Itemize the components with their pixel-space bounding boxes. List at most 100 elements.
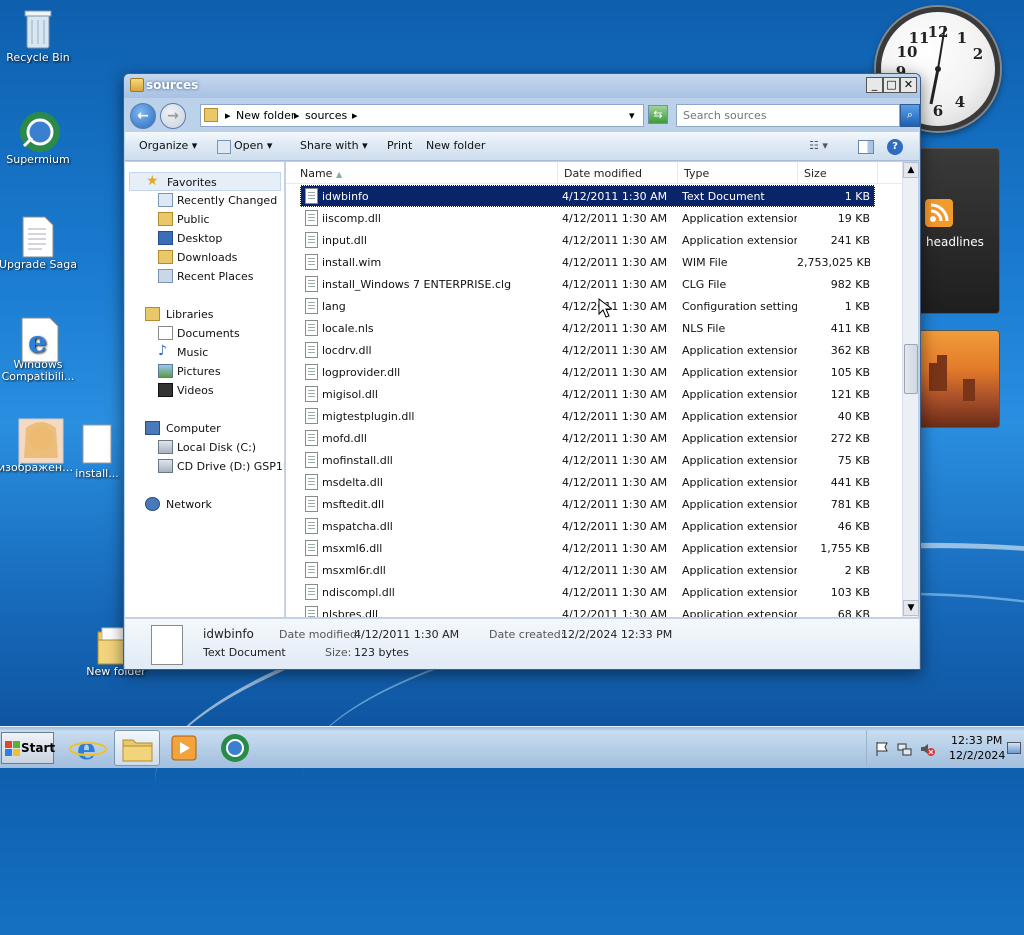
table-row[interactable]: install.wim 4/12/2011 1:30 AM WIM File 2,75… xyxy=(300,251,875,273)
nav-desktop[interactable]: Desktop xyxy=(125,229,284,248)
close-button[interactable]: ✕ xyxy=(900,77,917,93)
breadcrumb-new-folder[interactable]: New folder xyxy=(236,109,295,122)
table-row[interactable]: idwbinfo 4/12/2011 1:30 AM Text Document 1 … xyxy=(300,185,875,207)
desktop-icon-windows-compatibility[interactable]: e Windows Compatibili... xyxy=(0,316,78,383)
table-row[interactable]: migisol.dll 4/12/2011 1:30 AM Application … xyxy=(300,383,875,405)
table-row[interactable]: mspatcha.dll 4/12/2011 1:30 AM Application… xyxy=(300,515,875,537)
maximize-button[interactable]: □ xyxy=(883,77,900,93)
new-folder-button[interactable]: New folder xyxy=(426,139,485,152)
feed-headlines-gadget[interactable]: headlines xyxy=(918,148,1000,314)
clock-date[interactable]: 12/2/2024 xyxy=(949,749,1005,762)
print-button[interactable]: Print xyxy=(387,139,412,152)
network-icon[interactable] xyxy=(897,741,913,757)
table-row[interactable]: msxml6.dll 4/12/2011 1:30 AM Application e… xyxy=(300,537,875,559)
nav-cd-drive[interactable]: CD Drive (D:) GSP1RM xyxy=(125,457,284,476)
table-row[interactable]: lang 4/12/2011 1:30 AM Configuration setti… xyxy=(300,295,875,317)
column-date-modified[interactable]: Date modified xyxy=(558,162,678,184)
minimize-button[interactable]: _ xyxy=(866,77,883,93)
help-icon[interactable]: ? xyxy=(887,139,903,155)
table-row[interactable]: ndiscompl.dll 4/12/2011 1:30 AM Applicatio… xyxy=(300,581,875,603)
file-size: 46 KB xyxy=(837,520,870,533)
table-row[interactable]: logprovider.dll 4/12/2011 1:30 AM Applicat… xyxy=(300,361,875,383)
chevron-right-icon[interactable]: ▸ xyxy=(225,109,231,122)
vertical-scrollbar[interactable]: ▲ ▼ xyxy=(902,162,919,617)
chevron-right-icon[interactable]: ▸ xyxy=(352,109,358,122)
nav-documents[interactable]: Documents xyxy=(125,324,284,343)
nav-videos[interactable]: Videos xyxy=(125,381,284,400)
table-row[interactable]: input.dll 4/12/2011 1:30 AM Application ex… xyxy=(300,229,875,251)
taskbar-supermium[interactable] xyxy=(212,730,258,766)
search-icon[interactable]: ⌕ xyxy=(900,104,920,127)
share-with-button[interactable]: Share with ▾ xyxy=(300,139,368,152)
table-row[interactable]: msftedit.dll 4/12/2011 1:30 AM Application… xyxy=(300,493,875,515)
scroll-thumb[interactable] xyxy=(904,344,918,394)
file-type: CLG File xyxy=(682,278,727,291)
nav-computer[interactable]: Computer xyxy=(125,419,284,438)
refresh-button[interactable]: ⇆ xyxy=(648,105,668,124)
volume-muted-icon[interactable] xyxy=(919,741,935,757)
table-row[interactable]: mofinstall.dll 4/12/2011 1:30 AM Applicati… xyxy=(300,449,875,471)
table-row[interactable]: nlsbres.dll 4/12/2011 1:30 AM Application … xyxy=(300,603,875,617)
show-desktop-button[interactable] xyxy=(1007,742,1021,754)
view-options-icon[interactable]: ☷ ▾ xyxy=(809,139,828,152)
table-row[interactable]: mofd.dll 4/12/2011 1:30 AM Application ext… xyxy=(300,427,875,449)
explorer-window[interactable]: sources _ □ ✕ ← → ▸ New folder ▸ sources… xyxy=(123,73,921,670)
address-dropdown-icon[interactable]: ▾ xyxy=(629,109,635,122)
taskbar-explorer[interactable] xyxy=(114,730,160,766)
table-row[interactable]: migtestplugin.dll 4/12/2011 1:30 AM Applic… xyxy=(300,405,875,427)
nav-libraries[interactable]: Libraries xyxy=(125,305,284,324)
table-row[interactable]: msdelta.dll 4/12/2011 1:30 AM Application … xyxy=(300,471,875,493)
taskbar-internet-explorer[interactable]: e xyxy=(66,730,112,767)
headlines-label: headlines xyxy=(926,235,984,249)
table-row[interactable]: locale.nls 4/12/2011 1:30 AM NLS File 411 K… xyxy=(300,317,875,339)
back-button[interactable]: ← xyxy=(130,103,156,129)
open-button[interactable]: Open ▾ xyxy=(234,139,272,152)
desktop-icon-recycle-bin[interactable]: Recycle Bin xyxy=(0,8,78,64)
details-modified-label: Date modified: xyxy=(279,628,361,641)
nav-network[interactable]: Network xyxy=(125,495,284,514)
table-row[interactable]: msxml6r.dll 4/12/2011 1:30 AM Application … xyxy=(300,559,875,581)
scroll-up-icon[interactable]: ▲ xyxy=(903,162,919,178)
nav-recent-places[interactable]: Recent Places xyxy=(125,267,284,286)
desktop-icon-upgrade-saga[interactable]: Upgrade Saga xyxy=(0,215,78,271)
preview-pane-icon[interactable] xyxy=(858,140,874,154)
nav-local-disk[interactable]: Local Disk (C:) xyxy=(125,438,284,457)
flag-icon[interactable] xyxy=(875,741,891,757)
desktop-icon-image-file[interactable]: изображени... xyxy=(0,418,78,474)
column-size[interactable]: Size xyxy=(798,162,878,184)
forward-button[interactable]: → xyxy=(160,103,186,129)
nav-downloads[interactable]: Downloads xyxy=(125,248,284,267)
table-row[interactable]: locdrv.dll 4/12/2011 1:30 AM Application e… xyxy=(300,339,875,361)
taskbar-media-player[interactable] xyxy=(162,730,208,766)
slideshow-gadget[interactable] xyxy=(918,330,1000,428)
file-icon xyxy=(305,606,318,617)
nav-public[interactable]: Public xyxy=(125,210,284,229)
nav-recently-changed[interactable]: Recently Changed xyxy=(125,191,284,210)
nav-music[interactable]: ♪ Music xyxy=(125,343,284,362)
nav-favorites[interactable]: ★ Favorites xyxy=(129,172,281,191)
media-player-icon xyxy=(171,735,197,761)
column-name[interactable]: Name ▲ xyxy=(294,162,558,184)
file-icon xyxy=(305,342,318,358)
address-box[interactable]: ▸ New folder ▸ sources ▸ ▾ xyxy=(200,104,644,127)
table-row[interactable]: iiscomp.dll 4/12/2011 1:30 AM Application … xyxy=(300,207,875,229)
desktop-icon-install-file[interactable]: install... xyxy=(70,424,124,480)
desktop-icon-supermium[interactable]: Supermium xyxy=(0,110,78,166)
search-box[interactable] xyxy=(676,104,900,127)
file-date: 4/12/2011 1:30 AM xyxy=(562,234,668,247)
file-date: 4/12/2011 1:30 AM xyxy=(562,256,668,269)
organize-button[interactable]: Organize ▾ xyxy=(139,139,197,152)
file-size: 362 KB xyxy=(830,344,870,357)
search-input[interactable] xyxy=(683,106,883,125)
column-type[interactable]: Type xyxy=(678,162,798,184)
scroll-down-icon[interactable]: ▼ xyxy=(903,600,919,616)
breadcrumb-sources[interactable]: sources xyxy=(305,109,347,122)
file-icon xyxy=(305,562,318,578)
clock-time[interactable]: 12:33 PM xyxy=(951,734,1002,747)
start-button[interactable]: Start xyxy=(1,732,55,764)
title-bar[interactable]: sources _ □ ✕ xyxy=(124,74,920,98)
chevron-right-icon[interactable]: ▸ xyxy=(294,109,300,122)
nav-pictures[interactable]: Pictures xyxy=(125,362,284,381)
table-row[interactable]: install_Windows 7 ENTERPRISE.clg 4/12/201… xyxy=(300,273,875,295)
file-date: 4/12/2011 1:30 AM xyxy=(562,454,668,467)
